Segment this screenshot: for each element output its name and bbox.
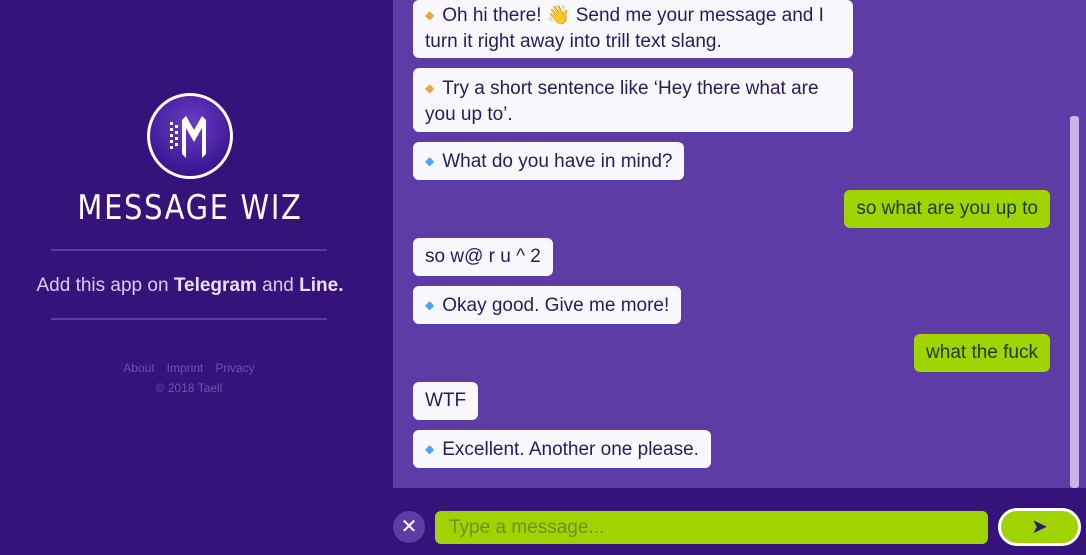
about-link[interactable]: About bbox=[123, 361, 154, 375]
add-app-line: Add this app on Telegram and Line. bbox=[0, 275, 380, 297]
footer-links: About Imprint Privacy bbox=[0, 361, 378, 375]
message-text: so what are you up to bbox=[856, 198, 1038, 219]
message-text: Excellent. Another one please. bbox=[442, 439, 699, 460]
telegram-link[interactable]: Telegram bbox=[174, 275, 257, 296]
copyright: © 2018 Taell bbox=[155, 381, 223, 395]
blue-diamond-icon: ◆ bbox=[425, 298, 435, 312]
user-message: what the fuck bbox=[914, 334, 1050, 372]
bot-message: ◆ Excellent. Another one please. bbox=[413, 430, 711, 468]
blue-diamond-icon: ◆ bbox=[425, 154, 435, 168]
orange-diamond-icon: ◆ bbox=[425, 8, 435, 22]
divider-bottom bbox=[51, 318, 327, 320]
message-text: WTF bbox=[425, 390, 467, 411]
bot-message: so w@ r u ^ 2 bbox=[413, 238, 553, 276]
bot-message: WTF bbox=[413, 382, 479, 420]
bot-message: ◆ Try a short sentence like ‘Hey there wh… bbox=[413, 68, 853, 132]
message-text: so w@ r u ^ 2 bbox=[425, 246, 541, 267]
sidebar: MESSAGE WIZ Add this app on Telegram and… bbox=[0, 0, 393, 555]
app-logo bbox=[147, 93, 233, 179]
imprint-link[interactable]: Imprint bbox=[167, 361, 204, 375]
bot-message: ◆ Okay good. Give me more! bbox=[413, 286, 682, 324]
blue-diamond-icon: ◆ bbox=[425, 442, 435, 456]
orange-diamond-icon: ◆ bbox=[425, 81, 435, 95]
send-button[interactable]: ➤ bbox=[998, 508, 1081, 546]
chat-scrollbar[interactable] bbox=[1070, 116, 1079, 488]
add-app-prefix: Add this app on bbox=[36, 275, 174, 296]
message-text: Oh hi there! 👋 Send me your message and … bbox=[425, 5, 824, 52]
message-text: Okay good. Give me more! bbox=[442, 295, 670, 316]
send-arrow-icon: ➤ bbox=[1031, 516, 1048, 538]
close-icon: ✕ bbox=[400, 516, 418, 538]
message-text: Try a short sentence like ‘Hey there wha… bbox=[425, 78, 819, 125]
message-text: what the fuck bbox=[926, 342, 1038, 363]
message-text: What do you have in mind? bbox=[442, 151, 673, 172]
message-wiz-monogram-icon bbox=[170, 116, 206, 158]
clear-button[interactable]: ✕ bbox=[393, 511, 425, 543]
add-app-and: and bbox=[256, 275, 300, 296]
bot-message: ◆ What do you have in mind? bbox=[413, 142, 685, 180]
divider-top bbox=[51, 249, 327, 251]
line-link[interactable]: Line. bbox=[299, 275, 343, 296]
privacy-link[interactable]: Privacy bbox=[215, 361, 254, 375]
brand-name: MESSAGE WIZ bbox=[77, 188, 303, 228]
bot-message: ◆ Oh hi there! 👋 Send me your message and… bbox=[413, 0, 853, 58]
message-input[interactable] bbox=[435, 511, 988, 544]
user-message: so what are you up to bbox=[844, 190, 1050, 228]
